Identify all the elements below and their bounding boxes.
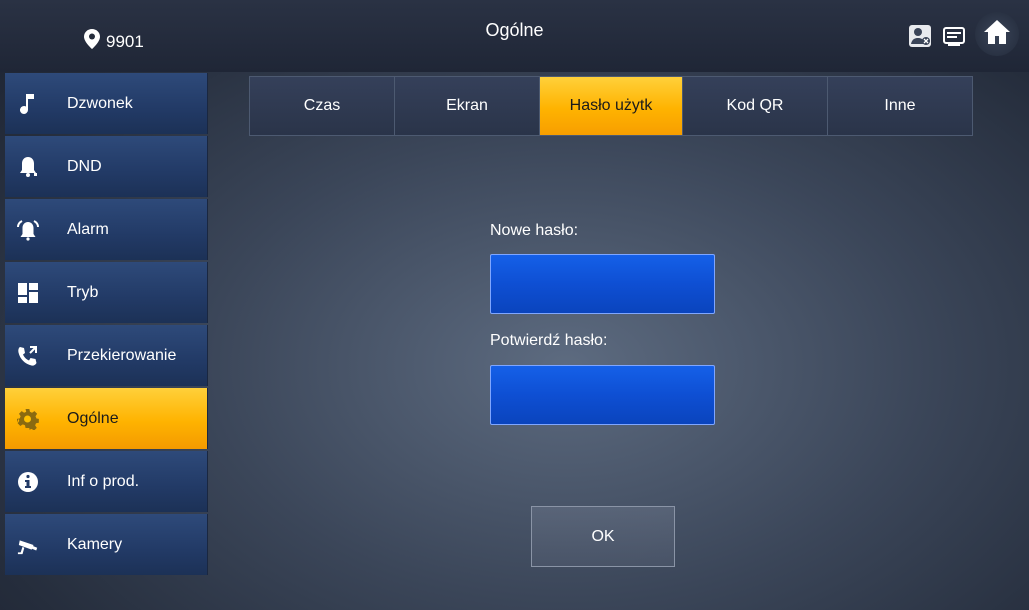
sidebar-item-dnd[interactable]: DND xyxy=(5,136,208,197)
sidebar-item-label: Tryb xyxy=(67,283,99,301)
tab-kod-qr[interactable]: Kod QR xyxy=(682,76,828,136)
page-title: Ogólne xyxy=(485,20,544,40)
sidebar-item-label: DND xyxy=(67,157,102,175)
call-forward-icon xyxy=(17,345,39,367)
sidebar-item-tryb[interactable]: Tryb xyxy=(5,262,208,323)
confirm-password-field[interactable] xyxy=(490,365,715,425)
sidebar-item-info[interactable]: Inf o prod. xyxy=(5,451,208,512)
camera-icon xyxy=(17,534,39,556)
sidebar-item-label: Przekierowanie xyxy=(67,346,177,364)
message-icon[interactable] xyxy=(941,23,967,49)
confirm-password-label: Potwierdź hasło: xyxy=(490,332,608,349)
info-icon xyxy=(17,471,39,493)
sidebar-item-label: Inf o prod. xyxy=(67,472,140,490)
grid-mode-icon xyxy=(17,282,39,304)
sidebar-item-przekierowanie[interactable]: Przekierowanie xyxy=(5,325,208,386)
home-button[interactable] xyxy=(975,12,1019,56)
sidebar: Dzwonek DND Alarm Tryb Przekierowanie Og… xyxy=(5,73,208,577)
new-password-field[interactable] xyxy=(490,254,715,314)
tab-czas[interactable]: Czas xyxy=(249,76,395,136)
top-icons xyxy=(907,12,1019,56)
sidebar-item-label: Kamery xyxy=(67,535,123,553)
settings-tabs: Czas Ekran Hasło użytk Kod QR Inne xyxy=(249,76,973,136)
music-note-icon xyxy=(17,93,39,115)
alarm-icon xyxy=(17,219,39,241)
sidebar-item-ogolne[interactable]: Ogólne xyxy=(5,388,208,449)
tab-haslo-uzytk[interactable]: Hasło użytk xyxy=(539,76,683,136)
sidebar-item-dzwonek[interactable]: Dzwonek xyxy=(5,73,208,134)
sidebar-item-alarm[interactable]: Alarm xyxy=(5,199,208,260)
ok-button[interactable]: OK xyxy=(531,506,675,567)
sidebar-item-label: Ogólne xyxy=(67,409,119,427)
sidebar-item-label: Alarm xyxy=(67,220,109,238)
sidebar-item-kamery[interactable]: Kamery xyxy=(5,514,208,575)
bell-mute-icon xyxy=(17,156,39,178)
new-password-label: Nowe hasło: xyxy=(490,222,579,239)
tab-inne[interactable]: Inne xyxy=(827,76,973,136)
gear-icon xyxy=(17,408,39,430)
tab-ekran[interactable]: Ekran xyxy=(394,76,540,136)
home-icon xyxy=(982,17,1012,52)
top-bar: 9901 Ogólne xyxy=(0,0,1029,72)
contact-status-icon[interactable] xyxy=(907,23,933,49)
sidebar-item-label: Dzwonek xyxy=(67,94,133,112)
